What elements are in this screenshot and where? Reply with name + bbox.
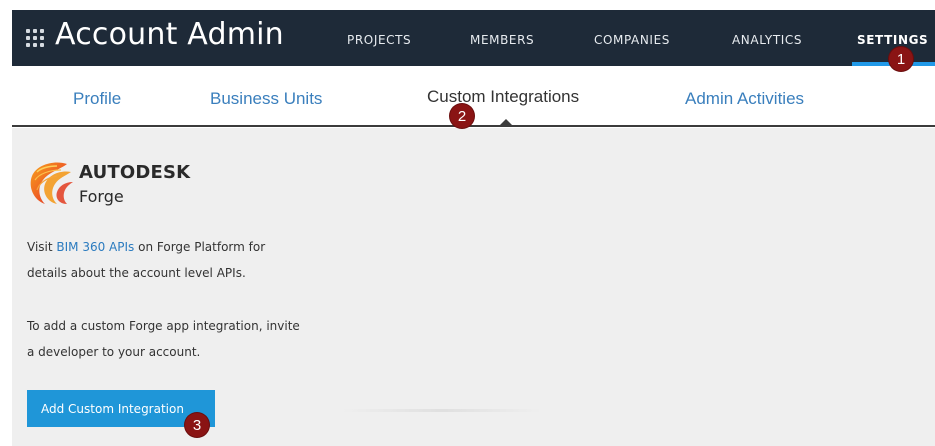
divider-line	[342, 409, 542, 412]
visit-prefix: Visit	[27, 240, 57, 254]
integrations-panel: AUTODESK Forge Visit BIM 360 APIs on For…	[12, 128, 935, 446]
grid-icon[interactable]	[26, 29, 44, 47]
nav-projects[interactable]: PROJECTS	[347, 33, 411, 47]
tab-admin-activities[interactable]: Admin Activities	[685, 89, 804, 109]
top-header: Account Admin PROJECTS MEMBERS COMPANIES…	[12, 10, 935, 66]
invite-text: To add a custom Forge app integration, i…	[27, 313, 300, 365]
nav-members[interactable]: MEMBERS	[470, 33, 534, 47]
visit-suffix: on Forge Platform for	[134, 240, 266, 254]
tab-custom-integrations[interactable]: Custom Integrations	[427, 87, 579, 107]
bim360-apis-link[interactable]: BIM 360 APIs	[56, 240, 134, 254]
marker-2: 2	[450, 104, 474, 128]
nav-analytics[interactable]: ANALYTICS	[732, 33, 802, 47]
tab-profile[interactable]: Profile	[73, 89, 121, 109]
autodesk-forge-logo	[30, 162, 73, 204]
marker-1: 1	[889, 47, 913, 71]
marker-3: 3	[185, 413, 209, 437]
brand-name: AUTODESK	[79, 162, 191, 183]
nav-settings[interactable]: SETTINGS	[857, 33, 928, 47]
tab-business-units[interactable]: Business Units	[210, 89, 322, 109]
visit-line2: details about the account level APIs.	[27, 266, 246, 280]
nav-companies[interactable]: COMPANIES	[594, 33, 670, 47]
invite-line2: a developer to your account.	[27, 345, 201, 359]
invite-line1: To add a custom Forge app integration, i…	[27, 319, 300, 333]
visit-text: Visit BIM 360 APIs on Forge Platform for…	[27, 234, 265, 286]
app-title: Account Admin	[55, 17, 284, 52]
product-name: Forge	[79, 187, 124, 206]
active-subtab-caret	[499, 119, 513, 126]
